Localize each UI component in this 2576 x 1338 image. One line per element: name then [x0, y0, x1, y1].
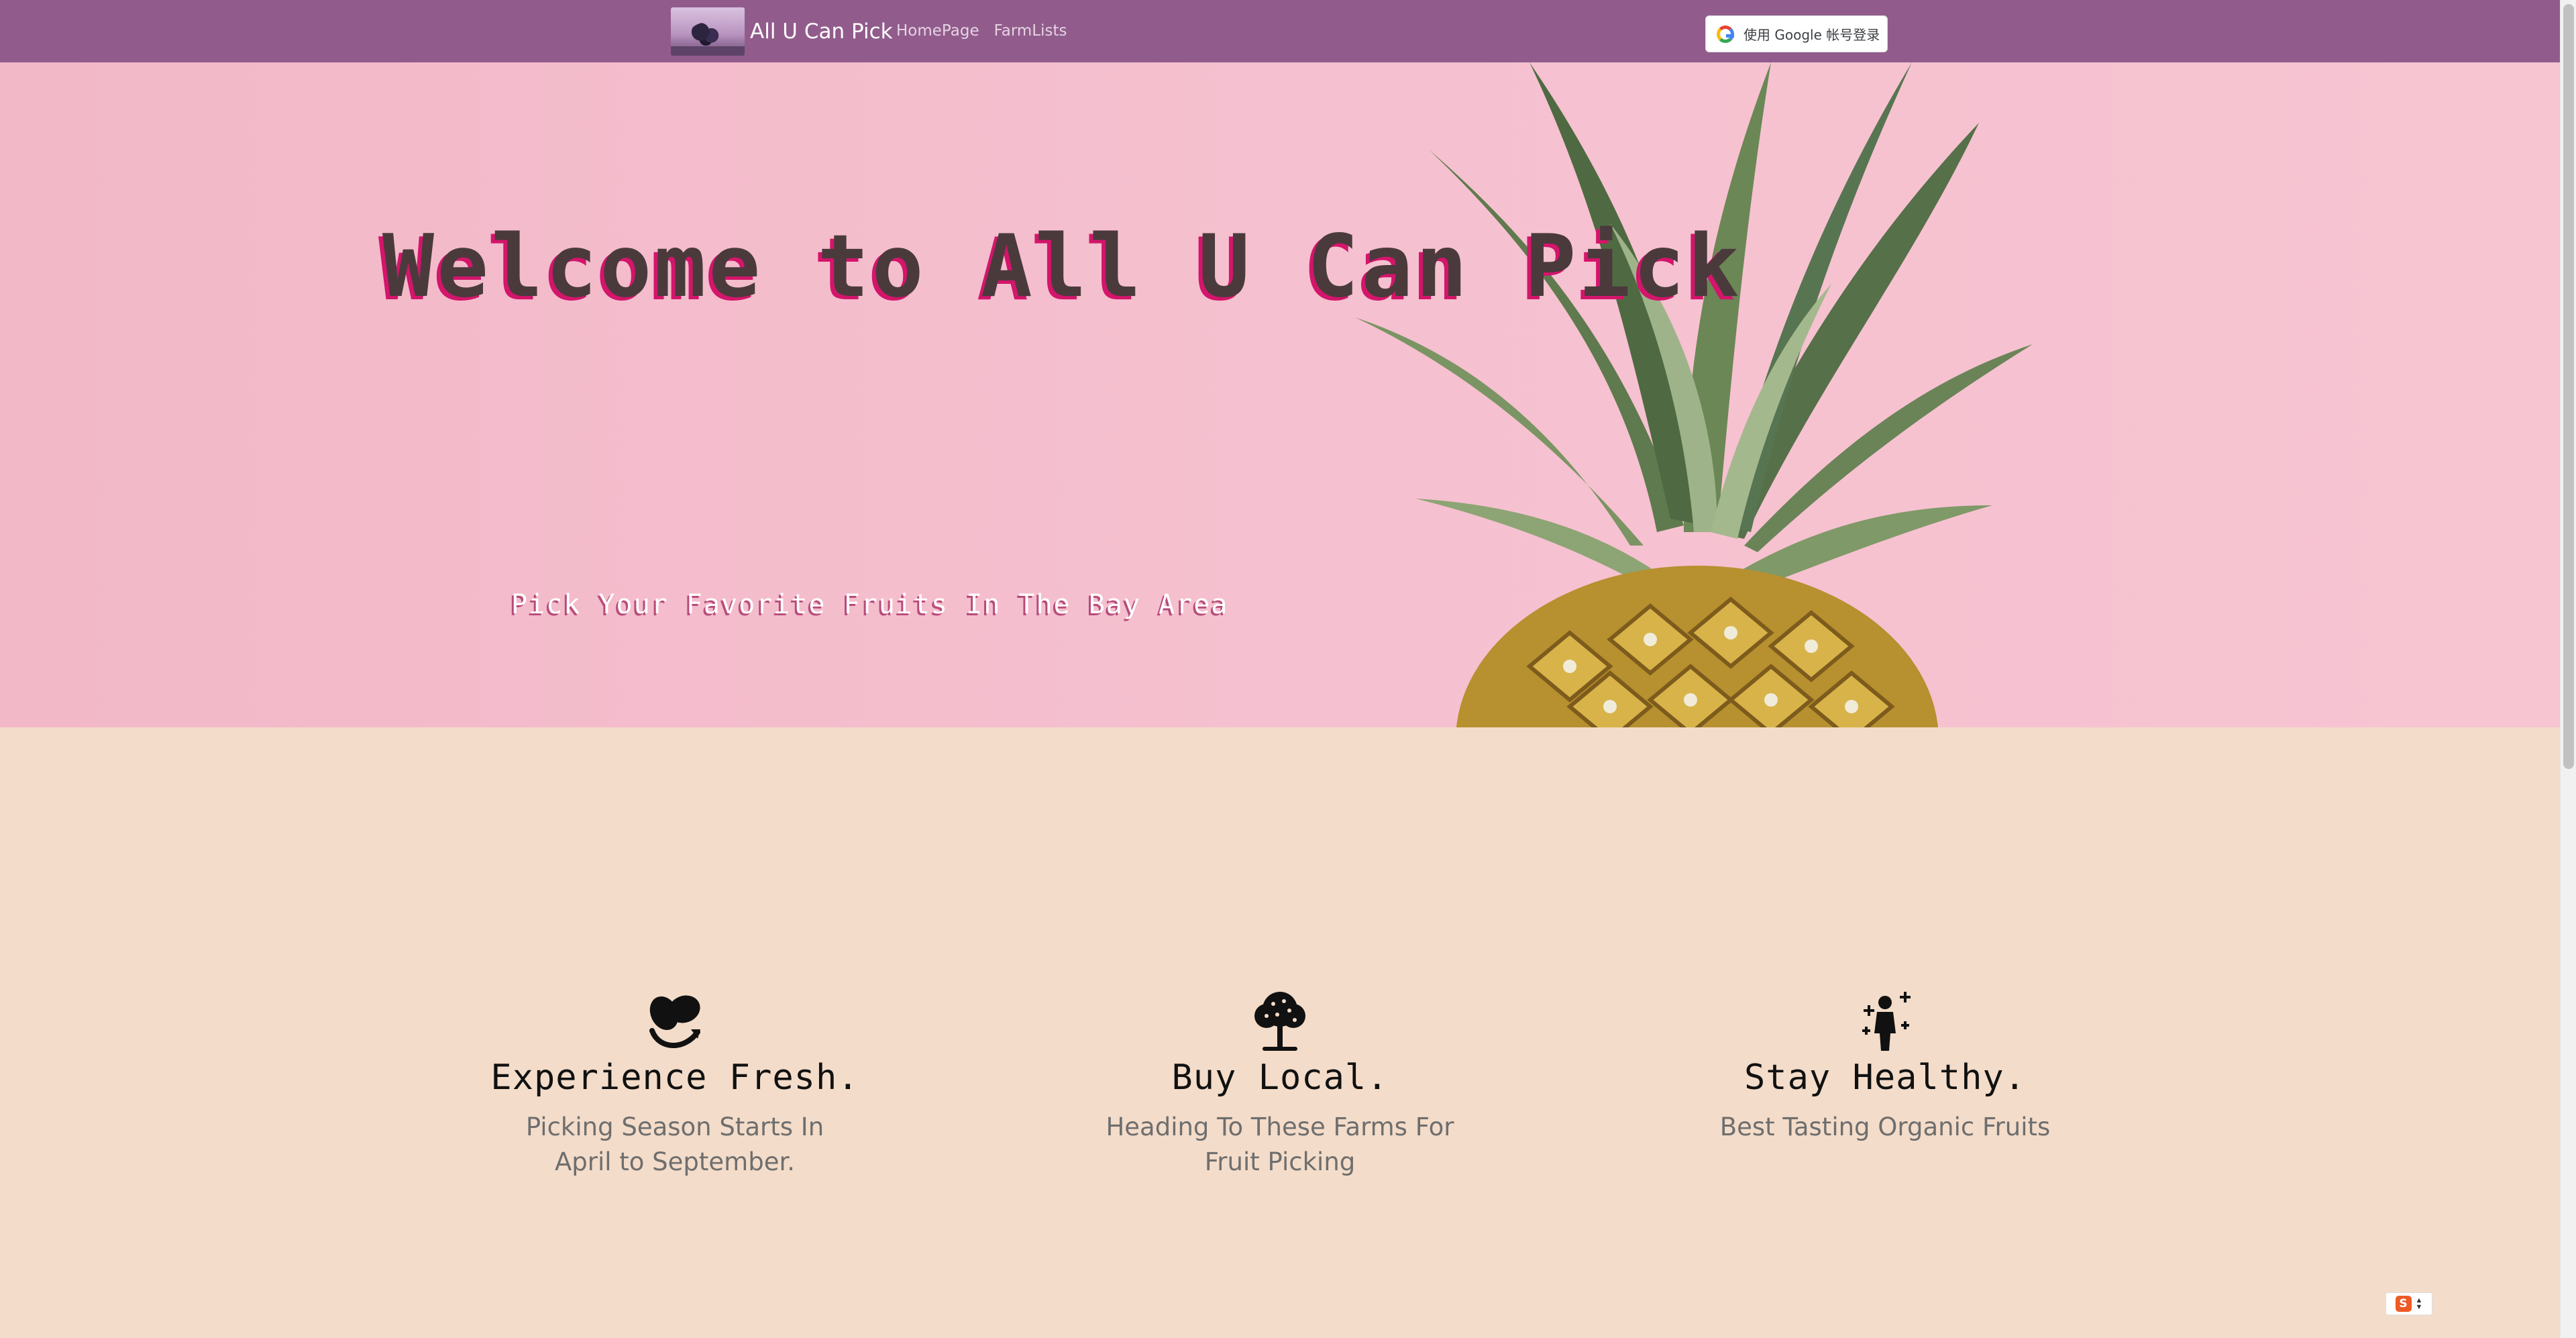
feature-buy-local: Buy Local. Heading To These Farms For Fr…: [1072, 989, 1488, 1180]
nav-links: HomePage FarmLists: [896, 19, 1067, 43]
feature-text: Heading To These Farms For Fruit Picking: [1106, 1113, 1454, 1176]
scrollbar-thumb[interactable]: [2563, 4, 2574, 769]
healthy-person-icon: [1862, 992, 1911, 1051]
hero-banner: Welcome to All U Can Pick Pick Your Favo…: [0, 62, 2560, 727]
brand-name: All U Can Pick: [750, 19, 893, 44]
pineapple-image: [1355, 62, 2033, 727]
ime-expand-arrows-icon: ▲ ▼: [2415, 1296, 2423, 1311]
brand-link[interactable]: All U Can Pick: [671, 7, 893, 56]
feature-text: Picking Season Starts In April to Septem…: [525, 1113, 824, 1176]
sogou-logo-icon: S: [2395, 1296, 2412, 1312]
navbar: All U Can Pick HomePage FarmLists 使用 Goo…: [0, 0, 2560, 62]
feature-text: Best Tasting Organic Fruits: [1719, 1113, 2051, 1141]
feature-title: Buy Local.: [1171, 1058, 1389, 1098]
feature-stay-healthy: Stay Healthy. Best Tasting Organic Fruit…: [1677, 989, 2093, 1145]
page: All U Can Pick HomePage FarmLists 使用 Goo…: [0, 0, 2576, 1338]
features-section: Experience Fresh. Picking Season Starts …: [0, 727, 2560, 1338]
vertical-scrollbar[interactable]: [2560, 0, 2576, 1338]
ime-toolbar[interactable]: S ▲ ▼: [2385, 1292, 2432, 1315]
feature-title: Experience Fresh.: [490, 1058, 859, 1098]
nav-link-homepage[interactable]: HomePage: [896, 19, 979, 43]
fruit-icon: [649, 995, 700, 1048]
nav-link-farmlists[interactable]: FarmLists: [994, 19, 1067, 43]
hero-subtitle: Pick Your Favorite Fruits In The Bay Are…: [511, 589, 1229, 620]
hero-title: Welcome to All U Can Pick: [382, 217, 1742, 317]
google-signin-label: 使用 Google 帐号登录: [1743, 27, 1880, 43]
google-icon: [1717, 25, 1734, 43]
brand-logo-image: [671, 7, 745, 56]
feature-title: Stay Healthy.: [1744, 1058, 2026, 1098]
google-signin-button[interactable]: 使用 Google 帐号登录: [1705, 15, 1888, 52]
feature-experience-fresh: Experience Fresh. Picking Season Starts …: [467, 989, 883, 1180]
tree-icon: [1254, 992, 1305, 1051]
